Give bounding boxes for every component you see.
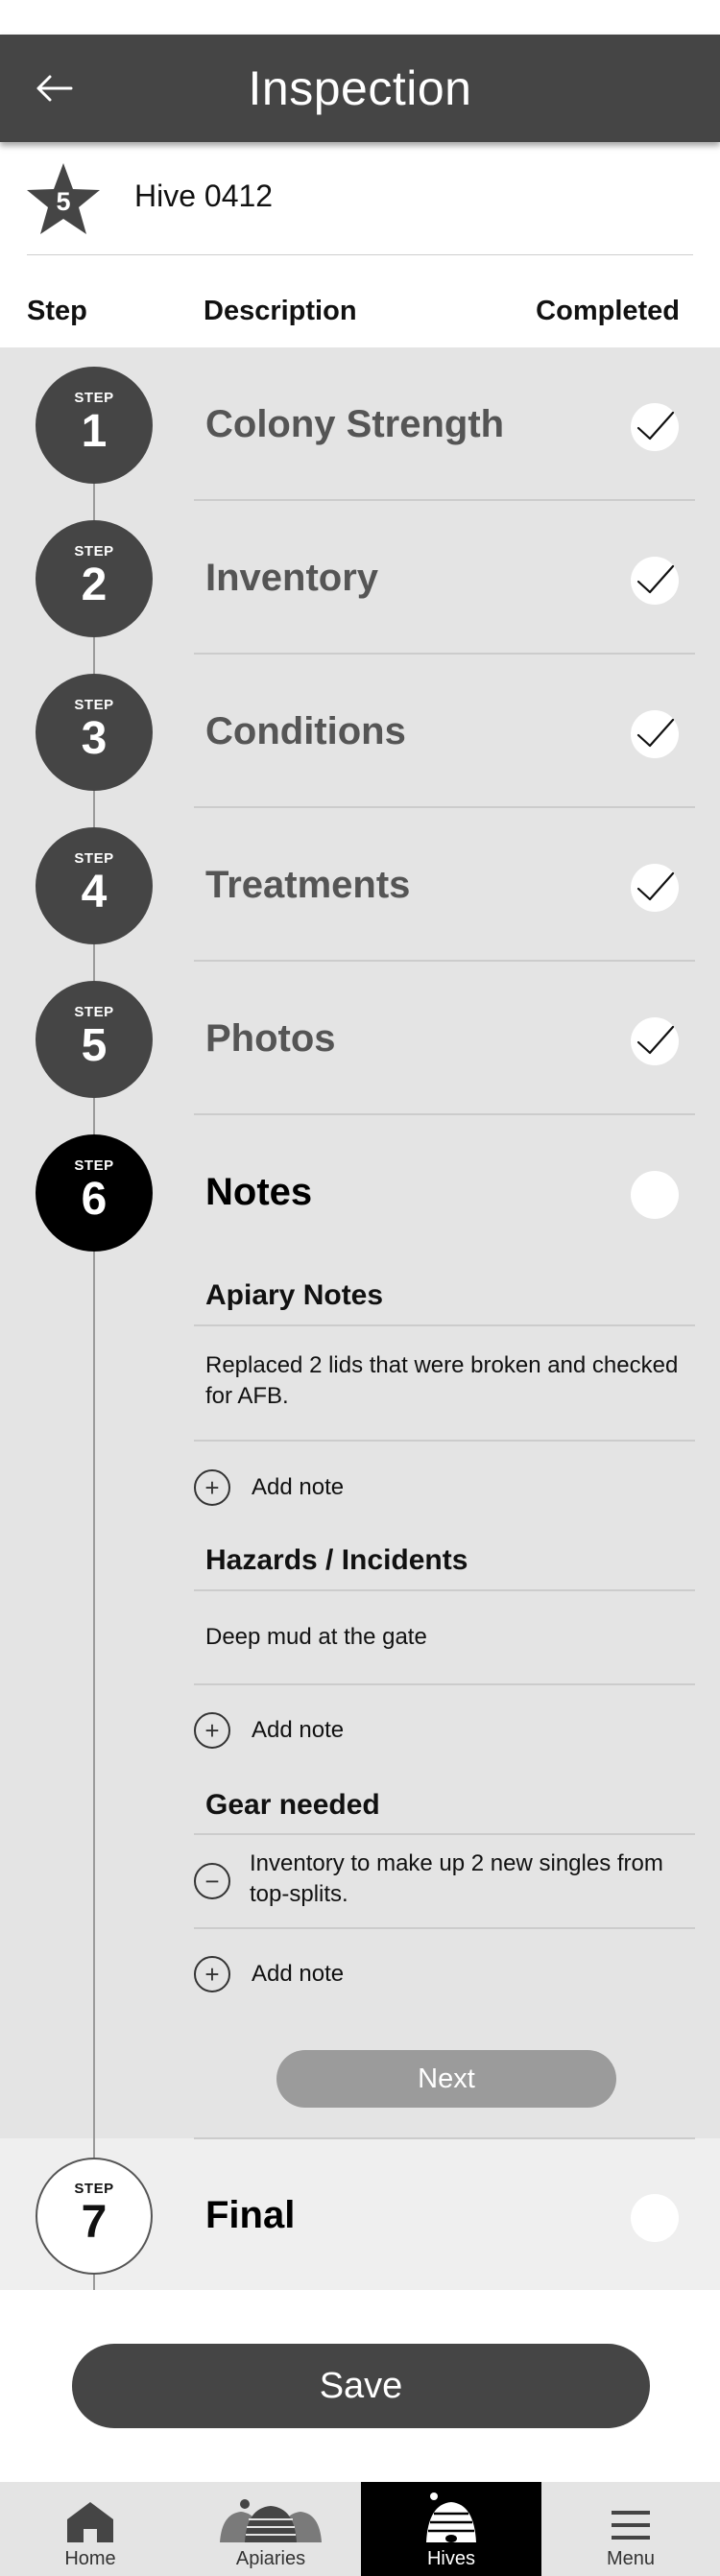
step-row-final[interactable]: STEP 7 Final: [0, 2138, 720, 2292]
nav-label: Menu: [606, 2548, 656, 2569]
step-badge: STEP 6: [36, 1134, 153, 1252]
checkmark-icon: [636, 564, 675, 594]
step-title: Final: [205, 2194, 296, 2236]
step-row-conditions[interactable]: STEP 3 Conditions: [0, 655, 720, 808]
step-word: STEP: [74, 849, 114, 867]
step-title: Colony Strength: [205, 403, 505, 445]
column-header-description: Description: [204, 296, 357, 326]
completed-checkbox[interactable]: [631, 1017, 679, 1065]
divider: [194, 1324, 695, 1326]
star-badge: 5: [25, 161, 102, 236]
step-word: STEP: [74, 1003, 114, 1020]
divider: [194, 1927, 695, 1929]
step-word: STEP: [74, 389, 114, 406]
apiaries-icon: [220, 2499, 322, 2542]
home-icon: [67, 2502, 113, 2542]
add-note-label: Add note: [252, 1474, 345, 1500]
add-hazard-note-button[interactable]: + Add note: [194, 1711, 344, 1750]
step-badge: STEP 7: [36, 2158, 153, 2275]
save-button[interactable]: Save: [72, 2344, 650, 2428]
next-button[interactable]: Next: [276, 2050, 616, 2108]
plus-circle-icon: +: [194, 1956, 230, 1992]
nav-label: Apiaries: [235, 2548, 306, 2569]
checkmark-icon: [636, 411, 675, 441]
nav-apiaries[interactable]: Apiaries: [180, 2482, 361, 2576]
plus-circle-icon: +: [194, 1469, 230, 1506]
step-row-colony-strength[interactable]: STEP 1 Colony Strength: [0, 347, 720, 501]
step-row-photos[interactable]: STEP 5 Photos: [0, 962, 720, 1115]
completed-checkbox[interactable]: [631, 557, 679, 605]
nav-home[interactable]: Home: [0, 2482, 180, 2576]
step-word: STEP: [74, 1157, 114, 1174]
checkmark-icon: [636, 871, 675, 901]
step-title: Treatments: [205, 864, 411, 906]
step-number: 3: [81, 712, 108, 764]
step-title: Notes: [205, 1171, 313, 1213]
remove-gear-note-button[interactable]: −: [194, 1863, 230, 1899]
completed-checkbox[interactable]: [631, 710, 679, 758]
divider: [194, 1683, 695, 1685]
add-note-label: Add note: [252, 1717, 345, 1743]
status-bar-area: [0, 0, 720, 35]
step-badge: STEP 1: [36, 367, 153, 484]
hive-name: Hive 0412: [134, 179, 274, 213]
nav-label: Home: [64, 2548, 116, 2569]
step-badge: STEP 5: [36, 981, 153, 1098]
plus-circle-icon: +: [194, 1712, 230, 1749]
step-title: Inventory: [205, 557, 379, 599]
column-header-step: Step: [27, 296, 87, 326]
gear-note-text: Inventory to make up 2 new singles from …: [250, 1850, 663, 1907]
column-headers: Step Description Completed: [0, 255, 720, 347]
step-title: Photos: [205, 1017, 336, 1060]
step-word: STEP: [74, 542, 114, 560]
completed-checkbox[interactable]: [631, 2194, 679, 2242]
nav-menu[interactable]: Menu: [541, 2482, 720, 2576]
column-header-completed: Completed: [536, 296, 680, 326]
step-badge: STEP 3: [36, 674, 153, 791]
step-number: 1: [81, 405, 108, 457]
hamburger-menu-icon: [612, 2511, 650, 2540]
completed-checkbox[interactable]: [631, 1171, 679, 1219]
hive-info: 5 Hive 0412: [0, 142, 720, 256]
add-note-label: Add note: [252, 1961, 345, 1987]
page-title: Inspection: [248, 61, 472, 115]
minus-circle-icon: −: [194, 1863, 230, 1899]
step-badge: STEP 2: [36, 520, 153, 637]
gear-needed-title: Gear needed: [205, 1789, 380, 1821]
apiary-notes-title: Apiary Notes: [205, 1279, 384, 1311]
step-number: 6: [81, 1173, 108, 1225]
checkmark-icon: [636, 718, 675, 748]
hazard-note-text: Deep mud at the gate: [205, 1624, 427, 1650]
divider: [194, 1589, 695, 1591]
hazards-title: Hazards / Incidents: [205, 1544, 468, 1576]
app-header: Inspection: [0, 35, 720, 142]
step-title: Conditions: [205, 710, 406, 752]
nav-label: Hives: [426, 2548, 475, 2569]
back-button[interactable]: [29, 63, 79, 113]
step-word: STEP: [74, 696, 114, 713]
arrow-left-icon: [36, 75, 73, 102]
step-word: STEP: [74, 2180, 114, 2197]
bottom-nav: Home Apiaries Hives Menu: [0, 2482, 720, 2576]
divider: [194, 1440, 695, 1442]
hive-badge-number: 5: [56, 187, 71, 216]
step-number: 4: [81, 866, 108, 918]
step-number: 7: [81, 2196, 108, 2248]
nav-hives[interactable]: Hives: [361, 2482, 541, 2576]
completed-checkbox[interactable]: [631, 864, 679, 912]
step-row-inventory[interactable]: STEP 2 Inventory: [0, 501, 720, 655]
beehive-icon: [426, 2493, 476, 2542]
add-gear-note-button[interactable]: + Add note: [194, 1955, 344, 1993]
step-badge: STEP 4: [36, 827, 153, 944]
add-apiary-note-button[interactable]: + Add note: [194, 1468, 344, 1507]
step-row-notes[interactable]: STEP 6 Notes: [0, 1115, 720, 1269]
step-row-treatments[interactable]: STEP 4 Treatments: [0, 808, 720, 962]
checkmark-icon: [636, 1025, 675, 1055]
divider: [194, 1833, 695, 1835]
step-number: 2: [81, 559, 108, 610]
step-number: 5: [81, 1019, 108, 1071]
completed-checkbox[interactable]: [631, 403, 679, 451]
apiary-note-text: Replaced 2 lids that were broken and che…: [205, 1352, 679, 1409]
